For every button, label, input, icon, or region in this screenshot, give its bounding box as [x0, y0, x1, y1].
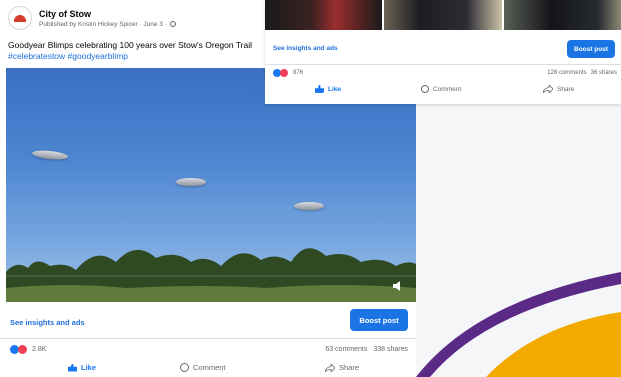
- divider: [265, 64, 621, 65]
- love-reaction-icon: [280, 69, 288, 77]
- comment-button[interactable]: Comment: [180, 363, 226, 372]
- thumbs-up-icon: [315, 85, 324, 93]
- reaction-summary[interactable]: 876: [273, 69, 303, 77]
- like-button[interactable]: Like: [315, 85, 341, 93]
- share-icon: [543, 85, 553, 93]
- share-label: Share: [557, 85, 575, 93]
- post-header: City of Stow Published by Kristin Hickey…: [8, 6, 176, 30]
- love-reaction-icon: [18, 345, 27, 354]
- engagement-stats: 128 comments 36 shares: [547, 70, 617, 76]
- like-button[interactable]: Like: [68, 363, 96, 372]
- reaction-count: 2.8K: [32, 346, 47, 353]
- tree-line: [6, 248, 416, 302]
- page-name[interactable]: City of Stow: [39, 9, 176, 19]
- comment-icon: [421, 85, 429, 93]
- comment-label: Comment: [193, 363, 226, 372]
- see-insights-link[interactable]: See insights and ads: [10, 318, 85, 327]
- engagement-stats: 63 comments 338 shares: [325, 346, 408, 353]
- see-insights-link[interactable]: See insights and ads: [273, 45, 338, 52]
- share-button[interactable]: Share: [325, 363, 359, 372]
- boost-post-button[interactable]: Boost post: [567, 40, 615, 58]
- comment-label: Comment: [433, 85, 462, 93]
- comment-count[interactable]: 63 comments: [325, 346, 367, 353]
- blimp-3: [294, 202, 324, 210]
- globe-icon: [169, 21, 176, 27]
- comment-count[interactable]: 128 comments: [547, 70, 586, 76]
- photo-thumbnail[interactable]: [384, 0, 502, 30]
- boost-post-button[interactable]: Boost post: [350, 309, 408, 331]
- post-meta: Published by Kristin Hickey Spicer · Jun…: [39, 21, 176, 28]
- secondary-post: See insights and ads Boost post 876 128 …: [265, 0, 621, 104]
- page-avatar[interactable]: [8, 6, 32, 30]
- like-label: Like: [81, 363, 97, 372]
- thumbs-up-icon: [68, 363, 77, 372]
- share-count[interactable]: 338 shares: [373, 346, 408, 353]
- share-button[interactable]: Share: [543, 85, 574, 93]
- share-icon: [325, 363, 335, 372]
- volume-icon[interactable]: [392, 280, 406, 292]
- photo-thumbnail[interactable]: [503, 0, 621, 30]
- share-count[interactable]: 36 shares: [591, 70, 617, 76]
- photo-thumbnail[interactable]: [265, 0, 383, 30]
- share-label: Share: [339, 363, 360, 372]
- comment-icon: [180, 363, 189, 372]
- reaction-count: 876: [293, 70, 304, 76]
- blimp-2: [176, 178, 206, 186]
- comment-button[interactable]: Comment: [421, 85, 461, 93]
- post-meta-text: Published by Kristin Hickey Spicer · Jun…: [39, 20, 167, 28]
- divider: [0, 338, 416, 339]
- post-photo-strip[interactable]: [265, 0, 621, 30]
- city-logo-icon: [14, 14, 26, 22]
- reaction-summary[interactable]: 2.8K: [10, 345, 46, 354]
- blimp-1: [31, 149, 69, 161]
- like-label: Like: [328, 85, 342, 93]
